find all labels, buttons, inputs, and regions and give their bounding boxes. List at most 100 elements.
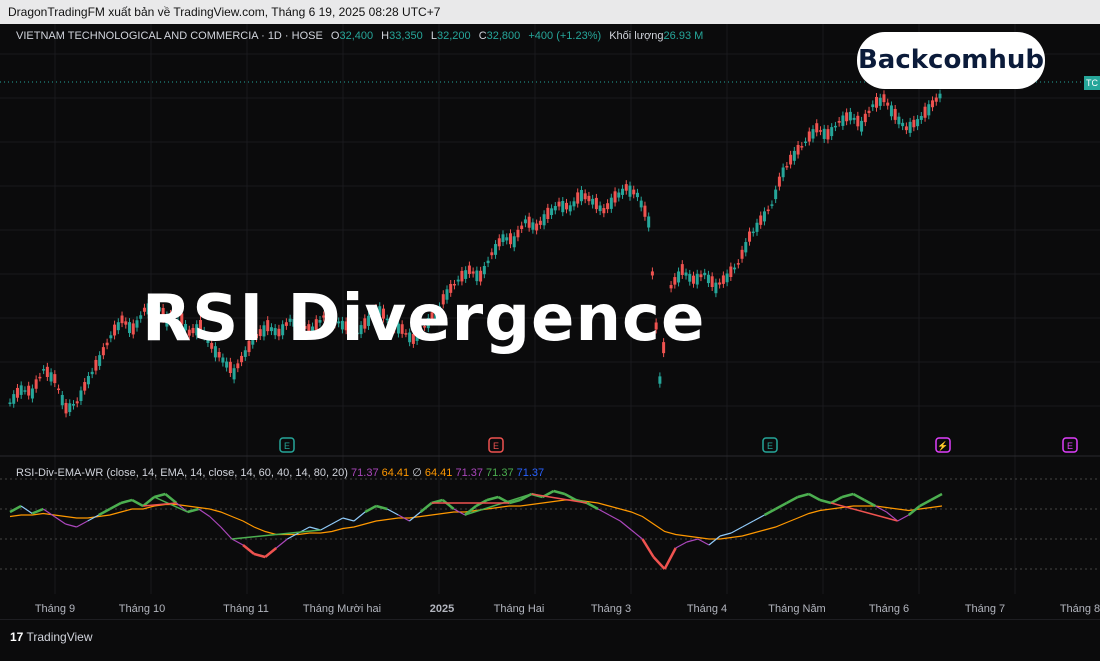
candle-body (650, 271, 654, 276)
x-tick-label: Tháng 4 (687, 603, 727, 615)
candle-body (587, 195, 591, 202)
candle-body (860, 120, 864, 132)
candle-body (744, 242, 748, 253)
candle-body (635, 192, 639, 198)
rsi-segment (419, 502, 433, 513)
indicator-legend[interactable]: RSI-Div-EMA-WR (close, 14, EMA, 14, clos… (16, 466, 544, 479)
candle-body (71, 404, 75, 406)
candle-body (557, 201, 561, 207)
candle-body (721, 275, 725, 284)
candle-body (774, 189, 778, 200)
candle-body (706, 274, 710, 284)
rsi-segment (819, 498, 832, 505)
candle-body (94, 359, 98, 371)
candle-body (553, 206, 557, 211)
rsi-segment (763, 507, 777, 517)
candle-body (703, 272, 707, 276)
x-tick-label: Tháng Mười hai (303, 603, 381, 615)
candle-body (516, 229, 520, 238)
symbol-legend: VIETNAM TECHNOLOGICAL AND COMMERCIA · 1D… (16, 30, 703, 42)
rsi-segment (808, 492, 821, 502)
candle-body (113, 324, 117, 336)
rsi-segment (131, 498, 144, 508)
rsi-segment (242, 544, 255, 555)
candle-body (893, 108, 897, 120)
tv-icon: 17 (10, 630, 24, 644)
rsi-segment (231, 538, 244, 546)
candle-body (878, 97, 882, 106)
rsi-segment (486, 495, 499, 502)
candle-body (34, 379, 38, 389)
candle-body (867, 110, 871, 114)
candle-body (523, 219, 527, 224)
low-value: 32,200 (436, 30, 471, 42)
candle-body (109, 335, 113, 339)
indicator-name[interactable]: RSI-Div-EMA-WR (close, 14, EMA, 14, clos… (16, 467, 348, 479)
close-value: 32,800 (486, 30, 521, 42)
rsi-segment (708, 535, 721, 546)
candle-body (538, 220, 542, 225)
rsi-segment (641, 538, 655, 558)
candle-body (916, 119, 920, 127)
candle-body (101, 347, 105, 356)
candle-body (501, 234, 505, 243)
candle-body (602, 208, 606, 214)
rsi-segment (98, 507, 111, 517)
rsi-segment (586, 501, 599, 511)
candle-body (613, 191, 617, 203)
rsi-segment (753, 514, 765, 522)
candle-body (762, 211, 766, 222)
tradingview-logo[interactable]: 17 TradingView (10, 630, 93, 644)
candle-body (75, 401, 79, 404)
candle-body (8, 402, 12, 404)
candle-body (591, 198, 595, 205)
symbol-name[interactable]: VIETNAM TECHNOLOGICAL AND COMMERCIA · 1D… (16, 30, 323, 42)
candle-body (792, 150, 796, 161)
event-marker-label: ⚡ (937, 440, 948, 452)
rsi-segment (919, 498, 932, 508)
candle-body (609, 197, 613, 209)
candle-body (490, 252, 494, 256)
candle-body (550, 208, 554, 216)
rsi-segment (441, 499, 455, 510)
event-marker-label: E (1067, 441, 1073, 451)
candle-body (923, 106, 927, 118)
indicator-value: ∅ (409, 467, 422, 479)
candle-body (897, 116, 901, 125)
footer-bar: 17 TradingView (0, 619, 1100, 661)
x-tick-label: Tháng Năm (768, 603, 825, 615)
close-label: C (478, 30, 487, 42)
indicator-value: 71.37 (513, 467, 545, 479)
candle-body (471, 271, 475, 274)
candle-body (908, 121, 912, 133)
high-label: H (381, 30, 390, 42)
rsi-segment (109, 501, 122, 511)
candle-body (751, 231, 755, 234)
rsi-segment (553, 489, 566, 496)
x-tick-label: Tháng 8 (1060, 603, 1100, 615)
candle-body (852, 117, 856, 120)
candle-body (225, 361, 229, 368)
candle-body (236, 363, 240, 369)
candle-body (60, 394, 64, 406)
candle-body (718, 282, 722, 285)
candle-body (886, 102, 890, 106)
candle-body (677, 271, 681, 283)
candle-body (639, 200, 643, 208)
candle-body (38, 376, 42, 379)
rsi-segment (20, 505, 33, 514)
candle-body (815, 123, 819, 133)
rsi-segment (774, 501, 788, 511)
candle-body (464, 270, 468, 279)
rsi-segment (65, 523, 77, 528)
candle-body (568, 205, 572, 212)
candle-body (807, 131, 811, 142)
candle-body (785, 165, 789, 168)
candle-body (875, 96, 879, 108)
x-tick-label: Tháng 11 (223, 603, 269, 615)
tradingview-label: TradingView (26, 630, 93, 644)
rsi-segment (375, 504, 388, 511)
volume-label: Khối lượng (609, 30, 664, 42)
candle-body (512, 236, 516, 248)
candle-body (804, 141, 808, 144)
